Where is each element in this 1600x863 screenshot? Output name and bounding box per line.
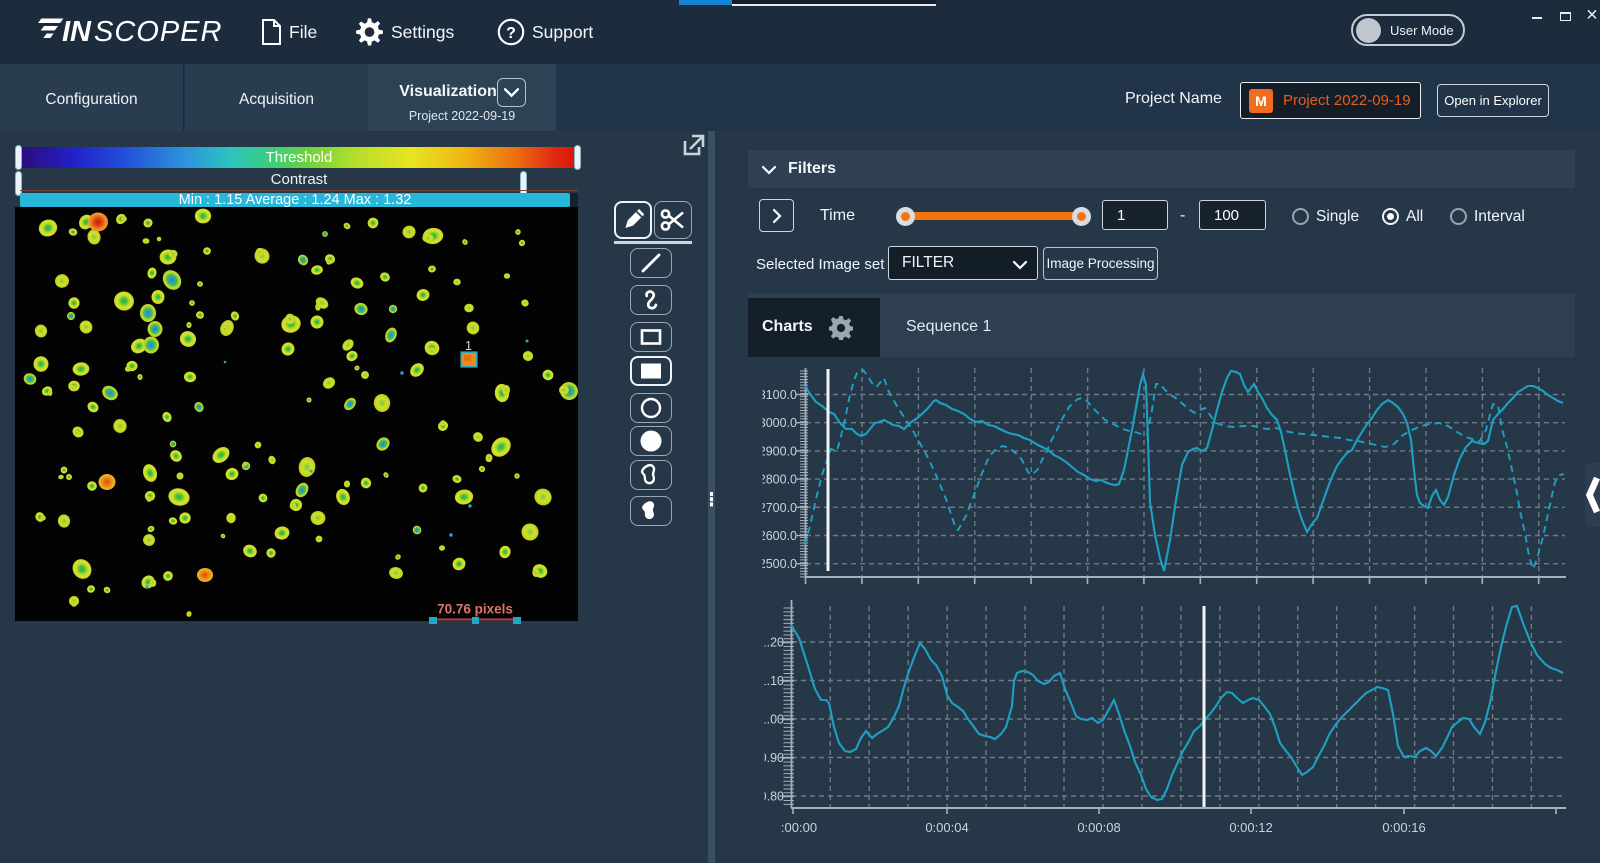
svg-text::00:00: :00:00 [781,820,817,835]
svg-text:3100.0: 3100.0 [759,388,797,402]
svg-text:2700.0: 2700.0 [759,501,797,515]
svg-text:SCOPER: SCOPER [94,16,222,48]
svg-text:3000.0: 3000.0 [759,416,797,430]
svg-text:0:00:16: 0:00:16 [1382,820,1425,835]
svg-text:2800.0: 2800.0 [759,473,797,487]
svg-text:0:00:08: 0:00:08 [1077,820,1120,835]
svg-text:IN: IN [62,16,92,48]
svg-text:2500.0: 2500.0 [759,557,797,571]
svg-text:2900.0: 2900.0 [759,444,797,458]
svg-text:1: 1 [465,339,472,353]
svg-text:0:00:12: 0:00:12 [1229,820,1272,835]
svg-text:2600.0: 2600.0 [759,529,797,543]
svg-text:?: ? [506,25,516,42]
svg-text:70.76 pixels: 70.76 pixels [437,602,513,617]
svg-text:0:00:04: 0:00:04 [925,820,968,835]
